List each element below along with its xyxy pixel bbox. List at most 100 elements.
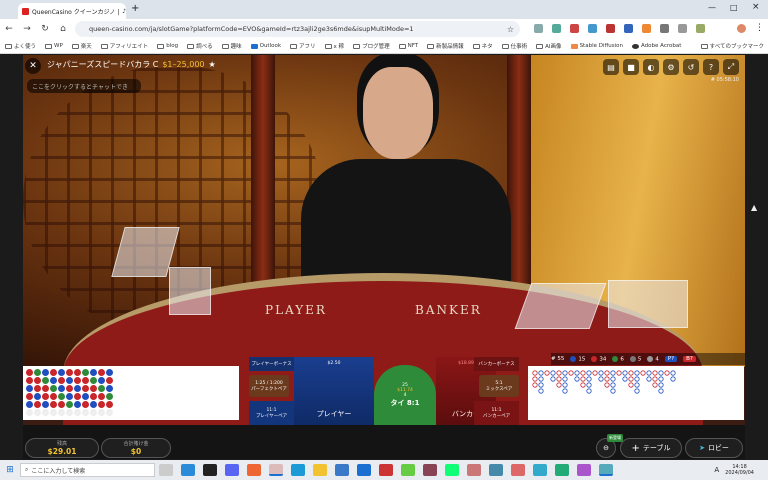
bookmark-item[interactable]: アフリ <box>290 42 316 50</box>
bookmark-item[interactable]: 楽天 <box>71 42 92 50</box>
ime-indicator[interactable]: A <box>714 466 719 474</box>
back-icon[interactable]: ← <box>0 24 18 34</box>
new-tab-button[interactable]: + <box>131 3 139 14</box>
player-bonus-bet[interactable]: プレイヤーボーナス <box>249 357 294 371</box>
bookmark-item[interactable]: blog <box>157 43 178 49</box>
banker-pair-count: 4 <box>647 355 659 362</box>
bookmark-item[interactable]: NFT <box>398 43 418 49</box>
explorer-taskbar-icon[interactable] <box>313 464 327 476</box>
taskbar-app-icon[interactable] <box>203 464 217 476</box>
extension-icon[interactable] <box>642 24 651 33</box>
bookmark-item[interactable]: ネタ <box>472 42 493 50</box>
mixed-pair-bet[interactable]: 5:1 ミックスペア <box>479 375 519 397</box>
home-icon[interactable]: ⌂ <box>54 24 72 34</box>
bookmark-item[interactable]: Stable Diffusion <box>570 43 623 49</box>
taskbar-app-icon[interactable] <box>357 464 371 476</box>
banker-bonus-bet[interactable]: バンカーボーナス <box>474 357 519 371</box>
taskbar-search-input[interactable]: ⌕ ここに入力して検索 <box>20 463 155 477</box>
bookmark-item[interactable]: WP <box>45 43 63 49</box>
clock[interactable]: 14:18 2024/09/04 <box>725 464 754 476</box>
lobby-button[interactable]: ➤ ロビー <box>685 438 743 458</box>
close-window-icon[interactable]: × <box>752 2 760 12</box>
bookmark-item[interactable]: アフィリエイト <box>100 42 148 50</box>
bookmark-item[interactable]: よく使う <box>5 42 36 50</box>
taskbar-app-icon[interactable] <box>533 464 547 476</box>
big-road-mark <box>598 370 604 376</box>
taskbar-app-icon[interactable] <box>401 464 415 476</box>
menu-kebab-icon[interactable]: ⋮ <box>755 23 764 33</box>
maximize-window-icon[interactable]: □ <box>730 3 738 12</box>
taskbar-app-icon[interactable] <box>511 464 525 476</box>
taskbar-app-icon[interactable] <box>555 464 569 476</box>
windows-start-icon[interactable]: ⊞ <box>0 465 20 475</box>
forward-icon[interactable]: → <box>18 24 36 34</box>
taskbar-app-icon[interactable] <box>445 464 459 476</box>
extension-icon[interactable] <box>696 24 705 33</box>
extension-icon[interactable] <box>588 24 597 33</box>
extension-icon[interactable] <box>624 24 633 33</box>
bookmark-item[interactable]: x 稼 <box>324 42 344 50</box>
table-button[interactable]: + テーブル <box>620 438 682 458</box>
favorite-star-icon[interactable]: ★ <box>209 60 216 69</box>
profile-avatar[interactable] <box>737 24 746 33</box>
chat-icon[interactable]: ▤ <box>603 59 619 75</box>
perfect-pair-bet[interactable]: 1:25 / 1:200 パーフェクトペア <box>249 375 289 397</box>
bookmark-star-icon[interactable]: ☆ <box>507 25 514 34</box>
bookmark-item[interactable]: 仕事術 <box>501 42 527 50</box>
bookmark-item[interactable]: 新製品情報 <box>427 42 464 50</box>
big-road-mark <box>634 376 640 382</box>
taskbar-app-icon[interactable] <box>181 464 195 476</box>
video-icon[interactable]: ■ <box>623 59 639 75</box>
settings-icon[interactable]: ⚙ <box>663 59 679 75</box>
task-view-icon[interactable] <box>159 464 173 476</box>
predict-banker[interactable]: B? <box>683 356 696 362</box>
bookmark-item[interactable]: AI画像 <box>536 42 562 50</box>
bookmark-item[interactable]: ブログ管理 <box>353 42 390 50</box>
taskbar-app-icon[interactable] <box>225 464 239 476</box>
taskbar-app-icon[interactable] <box>379 464 393 476</box>
bookmark-item[interactable]: 調べる <box>187 42 213 50</box>
folder-icon <box>157 43 165 49</box>
taskbar-app-icon[interactable] <box>247 464 261 476</box>
predict-player[interactable]: P? <box>664 356 678 362</box>
taskbar-app-icon[interactable] <box>489 464 503 476</box>
bead-road-dot <box>42 409 49 416</box>
close-game-button[interactable]: ✕ <box>25 58 41 74</box>
reload-icon[interactable]: ↻ <box>36 24 54 34</box>
taskbar-app-icon[interactable] <box>423 464 437 476</box>
bookmark-item[interactable]: 趣味 <box>221 42 242 50</box>
url-text: queen-casino.com/ja/slotGame?platformCod… <box>89 25 414 33</box>
edge-taskbar-icon[interactable] <box>291 464 305 476</box>
big-road-mark <box>550 370 556 376</box>
help-icon[interactable]: ? <box>703 59 719 75</box>
mute-tab-icon[interactable]: ♪ <box>122 8 126 15</box>
player-pair-bet[interactable]: 11:1 プレイヤーペア <box>249 401 294 425</box>
volume-icon[interactable]: ◐ <box>643 59 659 75</box>
extension-icon[interactable] <box>660 24 669 33</box>
all-bookmarks-link[interactable]: すべてのブックマーク <box>700 42 768 50</box>
extension-icon[interactable] <box>534 24 543 33</box>
extension-icon[interactable] <box>606 24 615 33</box>
taskbar-app-icon[interactable] <box>577 464 591 476</box>
taskbar-app-icon[interactable] <box>467 464 481 476</box>
taskbar-app-icon[interactable] <box>335 464 349 476</box>
browser-tab[interactable]: QueenCasino クイーンカジノ | ♪ × <box>18 3 126 19</box>
tie-bet[interactable]: 25 $11.74 4 タイ 8:1 <box>374 365 436 425</box>
round-id: # 05:58:10 <box>710 77 739 83</box>
banker-wins: 34 <box>591 355 606 362</box>
bookmark-item[interactable]: Adobe Acrobat <box>632 43 681 49</box>
extension-icon[interactable] <box>678 24 687 33</box>
player-bet[interactable]: $2.50 プレイヤー <box>294 357 374 425</box>
history-icon[interactable]: ↺ <box>683 59 699 75</box>
chrome-taskbar-icon[interactable] <box>269 464 283 476</box>
extension-icon[interactable] <box>570 24 579 33</box>
chat-input[interactable]: ここをクリックするとチャットでき <box>27 79 141 93</box>
fullscreen-icon[interactable]: ⤢ <box>723 59 739 75</box>
banker-pair-bet[interactable]: 11:1 バンカーペア <box>474 401 519 425</box>
bookmark-item[interactable]: Outlook <box>250 43 281 49</box>
mouse-cursor-icon: ▲ <box>751 203 758 212</box>
minimize-window-icon[interactable]: — <box>708 3 716 12</box>
url-input[interactable]: queen-casino.com/ja/slotGame?platformCod… <box>75 21 520 37</box>
taskbar-app-icon[interactable] <box>599 464 613 476</box>
extension-icon[interactable] <box>552 24 561 33</box>
